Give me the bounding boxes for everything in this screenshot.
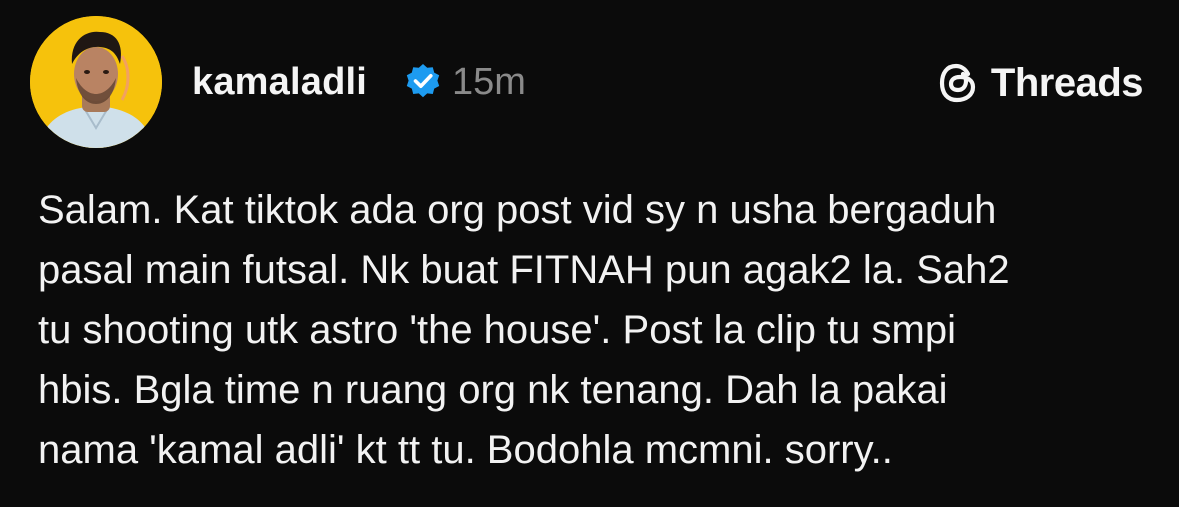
threads-post-card: kamaladli 15m Threads Salam. Kat tiktok … [0, 0, 1179, 507]
post-body: Salam. Kat tiktok ada org post vid sy n … [38, 180, 1148, 480]
post-body-line: pasal main futsal. Nk buat FITNAH pun ag… [38, 248, 1010, 292]
threads-brand: Threads [935, 58, 1144, 108]
post-body-line: nama 'kamal adli' kt tt tu. Bodohla mcmn… [38, 428, 893, 472]
username[interactable]: kamaladli [192, 58, 367, 106]
post-body-line: Salam. Kat tiktok ada org post vid sy n … [38, 188, 997, 232]
avatar-portrait-icon [30, 16, 162, 148]
threads-logo-icon [939, 63, 975, 103]
post-body-line: tu shooting utk astro 'the house'. Post … [38, 308, 956, 352]
verified-badge-icon [406, 64, 440, 98]
post-timestamp: 15m [452, 61, 526, 103]
avatar[interactable] [30, 16, 162, 148]
post-body-line: hbis. Bgla time n ruang org nk tenang. D… [38, 368, 948, 412]
threads-label: Threads [990, 61, 1144, 105]
